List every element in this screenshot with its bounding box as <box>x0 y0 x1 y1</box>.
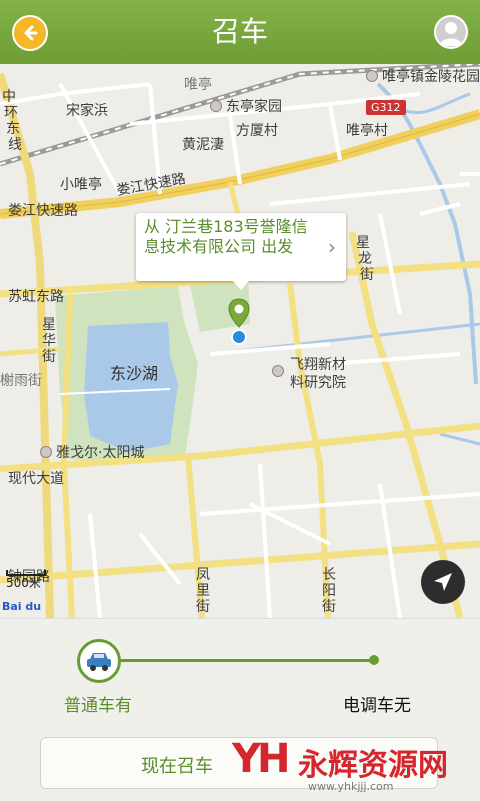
map-label-loujiang-2: 娄江快速路 <box>8 203 78 219</box>
map-label-weiting: 唯亭 <box>184 77 212 93</box>
baidu-map-logo: Bai du <box>2 600 42 613</box>
map-label-xiandai: 现代大道 <box>8 471 64 487</box>
map-label-fengli-3: 街 <box>196 599 210 615</box>
map-label-ring-4: 线 <box>8 137 22 153</box>
map-label-weitingcun: 唯亭村 <box>346 123 388 139</box>
normal-car-option[interactable]: 普通车有 <box>64 691 132 716</box>
map-label-weiting-town: 唯亭镇金陵花园 <box>366 66 480 86</box>
map-label-dongting: 东亭家园 <box>210 96 282 116</box>
map-label-shuyu: 榭雨街 <box>0 373 42 389</box>
map-label-feixiang-poi <box>272 364 288 380</box>
g312-road-shield: G312 <box>366 100 406 115</box>
watermark: YH 永辉资源网 www.yhkjjj.com <box>232 736 458 794</box>
watermark-url: www.yhkjjj.com <box>308 780 394 793</box>
map-label-feixiang-2: 料研究院 <box>290 375 346 391</box>
locate-me-button[interactable] <box>421 560 465 604</box>
location-pin-icon <box>228 298 250 345</box>
bubble-tail <box>232 280 250 290</box>
map-view[interactable]: G312 唯亭 唯亭镇金陵花园 宋家浜 东亭家园 中 环 东 线 方厦村 黄泥淒… <box>0 64 480 618</box>
departure-info-bubble[interactable]: 从 汀兰巷183号誉隆信息技术有限公司 出发 › <box>136 213 346 290</box>
chevron-right-icon: › <box>328 235 336 259</box>
poi-icon <box>210 100 222 112</box>
call-car-label: 现在召车 <box>141 756 213 777</box>
departure-address-text: 从 汀兰巷183号誉隆信息技术有限公司 出发 <box>144 217 308 256</box>
map-label-songjiabang: 宋家浜 <box>66 103 108 119</box>
map-label-xinglong-3: 街 <box>360 267 374 283</box>
car-type-slider-end[interactable] <box>369 655 379 665</box>
map-label-fangsha: 方厦村 <box>236 123 278 139</box>
watermark-logo: YH <box>232 736 290 782</box>
car-type-slider-track[interactable] <box>121 659 373 662</box>
map-label-huangnilou: 黄泥淒 <box>182 137 224 153</box>
map-label-suhong: 苏虹东路 <box>8 289 64 305</box>
poi-icon <box>366 70 378 82</box>
dispatch-car-option[interactable]: 电调车无 <box>343 691 411 716</box>
poi-icon <box>272 365 284 377</box>
navigation-arrow-icon <box>434 573 452 591</box>
map-label-yage: 雅戈尔·太阳城 <box>40 442 144 462</box>
car-icon <box>87 653 111 671</box>
scale-label: 500米 <box>6 576 41 590</box>
poi-icon <box>40 446 52 458</box>
car-type-slider-handle[interactable] <box>77 639 121 683</box>
watermark-name: 永辉资源网 <box>298 748 448 783</box>
map-label-changyang-3: 街 <box>322 599 336 615</box>
page-title: 召车 <box>211 15 268 48</box>
user-avatar-icon <box>440 22 462 46</box>
header-bar: 召车 <box>0 0 480 65</box>
map-label-xinghua-3: 街 <box>42 349 56 365</box>
map-label-dongshahu: 东沙湖 <box>110 364 159 383</box>
user-profile-button[interactable] <box>434 15 468 49</box>
map-label-xiaoweiting: 小唯亭 <box>60 177 102 193</box>
